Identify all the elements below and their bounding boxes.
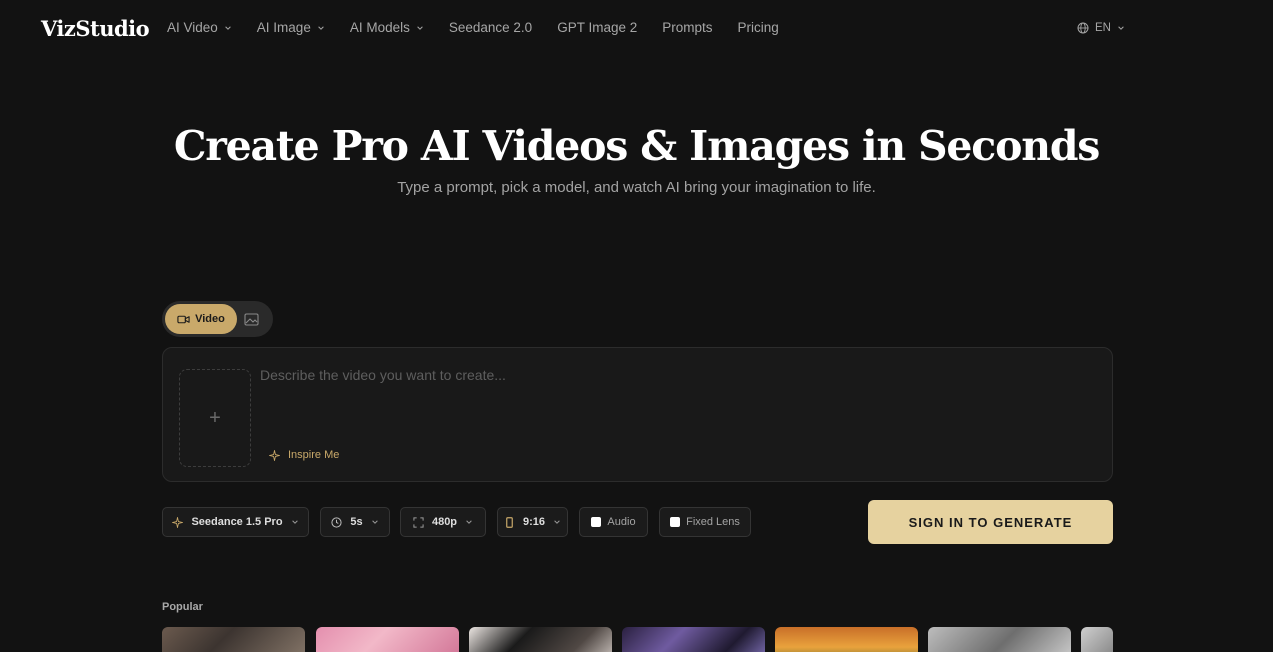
- chevron-down-icon: [371, 520, 378, 524]
- sign-in-to-generate-button[interactable]: SIGN IN TO GENERATE: [868, 500, 1113, 544]
- chevron-down-icon: [318, 25, 324, 30]
- logo[interactable]: VizStudio: [41, 16, 150, 41]
- prompt-box: + Inspire Me: [162, 347, 1113, 482]
- nav-item-prompts[interactable]: Prompts: [662, 20, 712, 35]
- popular-thumbnail[interactable]: [162, 627, 305, 652]
- nav-item-label: Pricing: [737, 20, 779, 35]
- header: VizStudio AI Video AI Image AI Models Se…: [0, 0, 1273, 58]
- plus-icon: +: [209, 406, 221, 429]
- nav-item-ai-image[interactable]: AI Image: [257, 20, 325, 35]
- audio-label: Audio: [607, 516, 636, 528]
- nav-item-label: Prompts: [662, 20, 713, 35]
- nav-item-ai-models[interactable]: AI Models: [350, 20, 424, 35]
- model-select-value: Seedance 1.5 Pro: [191, 516, 283, 528]
- fixed-lens-label: Fixed Lens: [686, 516, 740, 528]
- page-subtitle: Type a prompt, pick a model, and watch A…: [397, 179, 876, 196]
- popular-thumbnail[interactable]: [775, 627, 918, 652]
- video-camera-icon: [177, 315, 190, 323]
- mode-toggle: Video: [162, 301, 273, 337]
- popular-thumbnail[interactable]: [469, 627, 612, 652]
- chevron-down-icon: [291, 520, 298, 524]
- upload-image-button[interactable]: +: [179, 369, 251, 467]
- image-icon: [243, 312, 259, 326]
- page-title: Create Pro AI Videos & Images in Seconds: [173, 122, 1101, 170]
- popular-thumbnail[interactable]: [622, 627, 765, 652]
- chevron-down-icon: [225, 25, 231, 30]
- sparkle-icon: [269, 449, 280, 461]
- expand-icon: [413, 516, 424, 528]
- language-selector[interactable]: EN: [1077, 22, 1125, 34]
- fixed-lens-checkbox[interactable]: [670, 517, 681, 527]
- nav-item-label: Seedance 2.0: [448, 20, 533, 35]
- chevron-down-icon: [466, 520, 472, 524]
- nav-item-label: AI Image: [256, 20, 311, 35]
- nav-item-pricing[interactable]: Pricing: [738, 20, 779, 35]
- audio-toggle[interactable]: Audio: [579, 507, 648, 537]
- fixed-lens-toggle[interactable]: Fixed Lens: [659, 507, 751, 537]
- mode-image-button[interactable]: [242, 310, 260, 328]
- resolution-select-value: 480p: [431, 516, 458, 528]
- aspect-ratio-select[interactable]: 9:16: [497, 507, 568, 537]
- duration-select[interactable]: 5s: [320, 507, 390, 537]
- mode-video-button[interactable]: Video: [165, 304, 237, 334]
- popular-thumbnail[interactable]: [1081, 627, 1113, 652]
- nav-item-gpt-image[interactable]: GPT Image 2: [557, 20, 637, 35]
- nav-item-ai-video[interactable]: AI Video: [167, 20, 232, 35]
- nav-item-label: GPT Image 2: [557, 20, 638, 35]
- duration-select-value: 5s: [350, 516, 363, 528]
- audio-checkbox[interactable]: [591, 517, 602, 527]
- inspire-me-label: Inspire Me: [288, 449, 340, 461]
- chevron-down-icon: [554, 520, 560, 524]
- popular-thumbnail[interactable]: [316, 627, 459, 652]
- popular-thumbnail[interactable]: [928, 627, 1071, 652]
- resolution-select[interactable]: 480p: [400, 507, 486, 537]
- nav-item-label: AI Video: [167, 20, 218, 35]
- prompt-input[interactable]: [260, 363, 1090, 387]
- globe-icon: [1077, 22, 1089, 34]
- inspire-me-button[interactable]: Inspire Me: [269, 449, 339, 461]
- popular-section-title: Popular: [162, 601, 203, 613]
- language-label: EN: [1095, 22, 1111, 34]
- chevron-down-icon: [1118, 26, 1124, 30]
- nav-item-label: AI Models: [349, 20, 410, 35]
- chevron-down-icon: [417, 25, 423, 30]
- main-nav: AI Video AI Image AI Models Seedance 2.0…: [167, 20, 804, 35]
- clock-icon: [331, 516, 342, 528]
- portrait-ratio-icon: [506, 516, 513, 528]
- aspect-ratio-select-value: 9:16: [522, 516, 546, 528]
- model-select[interactable]: Seedance 1.5 Pro: [162, 507, 309, 537]
- nav-item-seedance[interactable]: Seedance 2.0: [449, 20, 532, 35]
- sparkle-icon: [172, 516, 184, 528]
- mode-video-label: Video: [195, 313, 225, 325]
